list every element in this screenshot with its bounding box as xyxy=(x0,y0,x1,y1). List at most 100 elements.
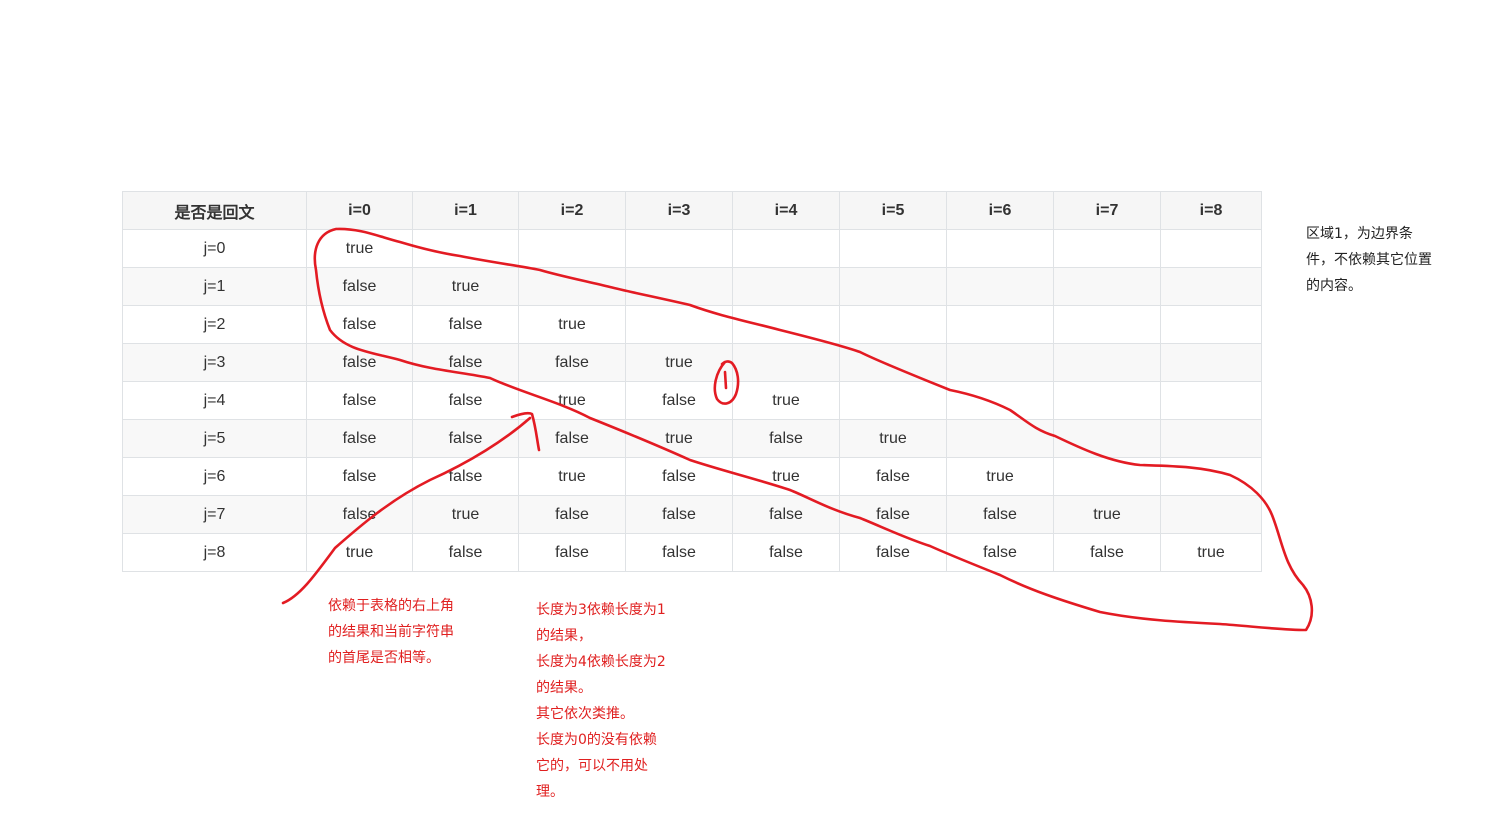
table-cell: false xyxy=(839,495,947,534)
table-cell xyxy=(1053,457,1161,496)
table-cell xyxy=(839,343,947,382)
table-cell: false xyxy=(306,305,413,344)
table-cell: true xyxy=(732,457,840,496)
table-cell: false xyxy=(732,533,840,572)
table-cell: false xyxy=(732,419,840,458)
table-cell xyxy=(946,381,1054,420)
row-header: j=5 xyxy=(122,419,307,458)
corner-header: 是否是回文 xyxy=(122,191,307,230)
table-cell xyxy=(732,343,840,382)
table-cell xyxy=(1160,419,1262,458)
palindrome-dp-table: 是否是回文 i=0 i=1 i=2 i=3 i=4 i=5 i=6 i=7 i=… xyxy=(122,191,1262,572)
table-cell xyxy=(1053,267,1161,306)
table-cell xyxy=(839,229,947,268)
table-row: j=6 false false true false true false true xyxy=(122,457,1262,496)
column-header: i=8 xyxy=(1160,191,1262,230)
table-cell: false xyxy=(839,533,947,572)
table-cell: true xyxy=(839,419,947,458)
table-body: j=0 true j=1 false true j=2 false false true j=3 f… xyxy=(122,229,1262,572)
table-cell: false xyxy=(412,419,519,458)
table-cell xyxy=(412,229,519,268)
table-cell: false xyxy=(306,267,413,306)
table-cell xyxy=(1160,457,1262,496)
column-header: i=4 xyxy=(732,191,840,230)
column-header: i=5 xyxy=(839,191,947,230)
table-cell xyxy=(839,305,947,344)
table-cell xyxy=(1053,305,1161,344)
table-cell: false xyxy=(946,533,1054,572)
table-row: j=8 true false false false false false false fal… xyxy=(122,533,1262,572)
column-header: i=0 xyxy=(306,191,413,230)
table-cell: true xyxy=(412,267,519,306)
table-cell xyxy=(1053,229,1161,268)
table-cell xyxy=(1160,495,1262,534)
table-cell: true xyxy=(412,495,519,534)
table-cell: false xyxy=(306,381,413,420)
table-cell xyxy=(946,267,1054,306)
table-cell: false xyxy=(946,495,1054,534)
row-header: j=4 xyxy=(122,381,307,420)
table-cell xyxy=(1053,343,1161,382)
table-cell xyxy=(1160,305,1262,344)
column-header: i=1 xyxy=(412,191,519,230)
row-header: j=6 xyxy=(122,457,307,496)
table-cell: false xyxy=(732,495,840,534)
table-cell: false xyxy=(412,533,519,572)
table-cell xyxy=(1160,267,1262,306)
dependency-note: 依赖于表格的右上角 的结果和当前字符串 的首尾是否相等。 xyxy=(328,598,454,666)
table-cell: true xyxy=(306,229,413,268)
table-header: 是否是回文 i=0 i=1 i=2 i=3 i=4 i=5 i=6 i=7 i=… xyxy=(122,191,1262,230)
table-cell: false xyxy=(412,381,519,420)
table-cell: false xyxy=(518,343,626,382)
table-cell: true xyxy=(732,381,840,420)
row-header: j=7 xyxy=(122,495,307,534)
table-cell: false xyxy=(518,495,626,534)
table-cell: false xyxy=(1053,533,1161,572)
column-header: i=7 xyxy=(1053,191,1161,230)
table-cell: false xyxy=(625,457,733,496)
table-cell xyxy=(732,229,840,268)
region-boundary-note: 区域1，为边界条 件，不依赖其它位置 的内容。 xyxy=(1306,226,1432,294)
table-cell: false xyxy=(412,457,519,496)
table-cell xyxy=(839,381,947,420)
table-row: j=7 false true false false false false false tru… xyxy=(122,495,1262,534)
table-cell: true xyxy=(1053,495,1161,534)
table-cell: true xyxy=(518,305,626,344)
table-row: j=5 false false false true false true xyxy=(122,419,1262,458)
table-cell: false xyxy=(625,533,733,572)
table-cell xyxy=(1160,381,1262,420)
row-header: j=1 xyxy=(122,267,307,306)
table-cell: false xyxy=(306,419,413,458)
table-cell xyxy=(946,305,1054,344)
table-cell xyxy=(839,267,947,306)
table-cell xyxy=(732,267,840,306)
table-cell: false xyxy=(839,457,947,496)
row-header: j=2 xyxy=(122,305,307,344)
table-cell xyxy=(625,305,733,344)
table-cell xyxy=(946,229,1054,268)
length-dependency-note: 长度为3依赖长度为1 的结果， 长度为4依赖长度为2 的结果。 其它依次类推。 … xyxy=(536,602,666,800)
table-cell: true xyxy=(306,533,413,572)
table-cell xyxy=(946,343,1054,382)
table-cell xyxy=(1160,229,1262,268)
table-cell xyxy=(518,267,626,306)
table-cell: false xyxy=(518,419,626,458)
table-cell: true xyxy=(625,419,733,458)
table-cell: true xyxy=(625,343,733,382)
column-header: i=3 xyxy=(625,191,733,230)
page: 是否是回文 i=0 i=1 i=2 i=3 i=4 i=5 i=6 i=7 i=… xyxy=(0,0,1486,832)
column-header: i=2 xyxy=(518,191,626,230)
header-row: 是否是回文 i=0 i=1 i=2 i=3 i=4 i=5 i=6 i=7 i=… xyxy=(122,191,1262,230)
table-cell xyxy=(1053,419,1161,458)
table-row: j=2 false false true xyxy=(122,305,1262,344)
table-cell xyxy=(625,267,733,306)
table-cell xyxy=(518,229,626,268)
table-cell: true xyxy=(946,457,1054,496)
table-row: j=0 true xyxy=(122,229,1262,268)
table-row: j=4 false false true false true xyxy=(122,381,1262,420)
table-cell: false xyxy=(625,495,733,534)
row-header: j=8 xyxy=(122,533,307,572)
table-cell: false xyxy=(306,495,413,534)
table-cell: false xyxy=(518,533,626,572)
table-cell: false xyxy=(306,343,413,382)
